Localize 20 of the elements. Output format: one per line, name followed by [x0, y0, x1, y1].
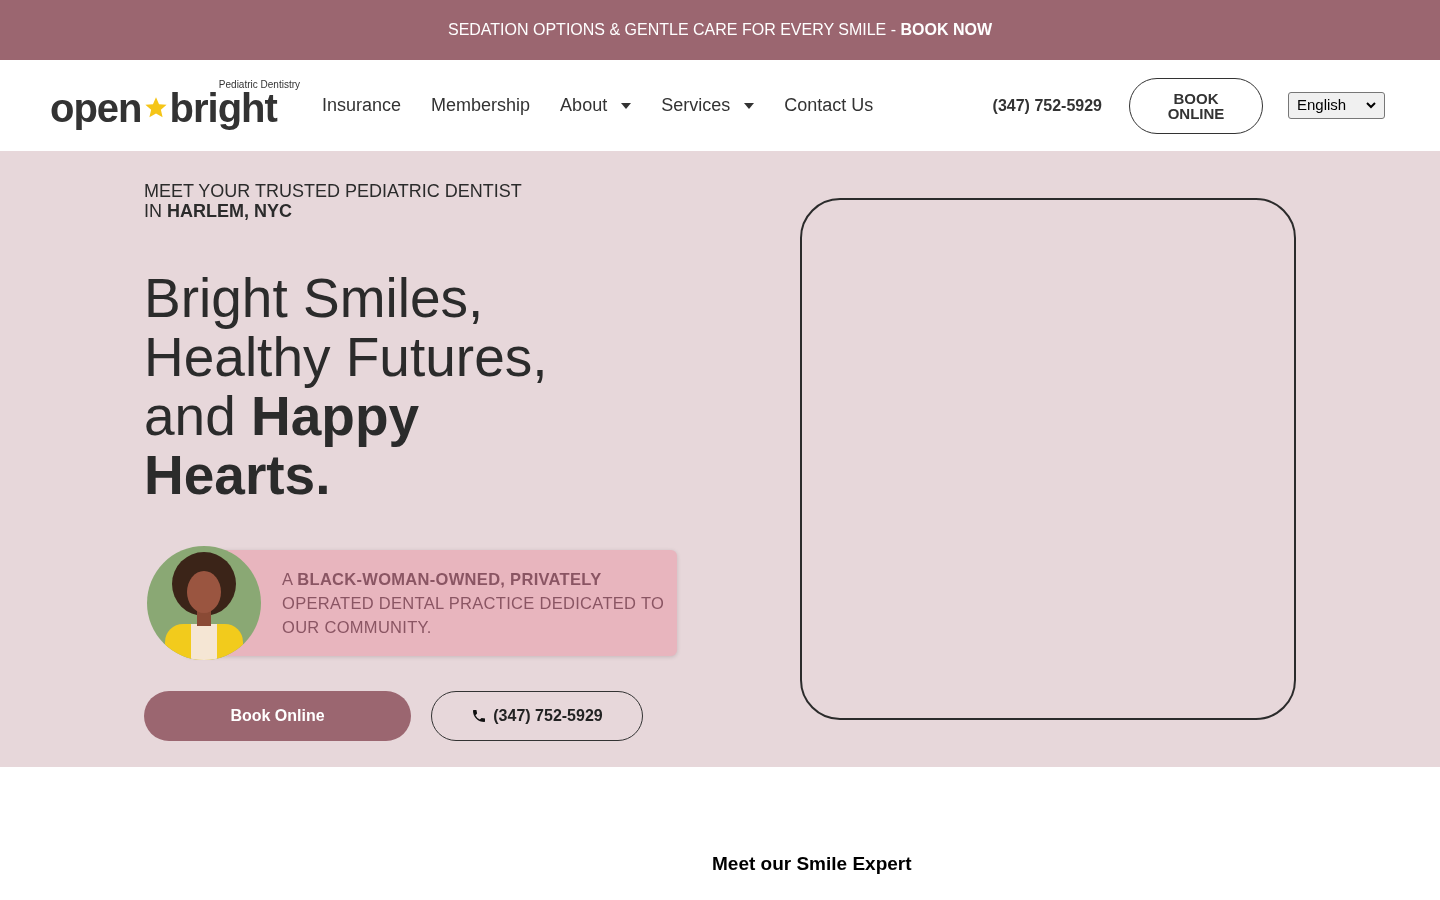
phone-icon: [471, 708, 488, 724]
nav-link[interactable]: Contact Us: [784, 92, 874, 119]
nav-link[interactable]: Services: [661, 92, 755, 119]
announcement-text[interactable]: SEDATION OPTIONS & GENTLE CARE FOR EVERY SMILE - BOOK NOW: [447, 18, 993, 42]
call-button[interactable]: (347) 752-5929: [431, 691, 643, 741]
badge-text: A BLACK-WOMAN-OWNED, PRIVATELY OPERATED DENTAL PRACTICE DEDICATED TO OUR COMMUNITY.: [282, 569, 666, 638]
hero-eyebrow: MEET YOUR TRUSTED PEDIATRIC DENTIST IN HARLEM, NYC: [144, 181, 523, 221]
language-select[interactable]: English: [1288, 92, 1385, 119]
nav-link[interactable]: Membership: [431, 92, 531, 119]
caret-icon: [621, 102, 632, 109]
section-subtitle: Meet our Smile Expert: [712, 852, 912, 876]
hero-headline: Bright Smiles, Healthy Futures, and Happy Hearts.: [144, 269, 549, 505]
nav-link[interactable]: Insurance: [322, 92, 402, 119]
nav-link[interactable]: About: [560, 92, 632, 119]
book-online-button[interactable]: Book Online: [144, 691, 411, 741]
chevron-down-icon: [1366, 102, 1376, 109]
caret-icon: [744, 102, 755, 109]
logo[interactable]: Pediatric Dentistry open bright: [50, 77, 302, 128]
logo-text: open: [50, 88, 142, 128]
phone-number[interactable]: (347) 752-5929: [992, 93, 1102, 118]
